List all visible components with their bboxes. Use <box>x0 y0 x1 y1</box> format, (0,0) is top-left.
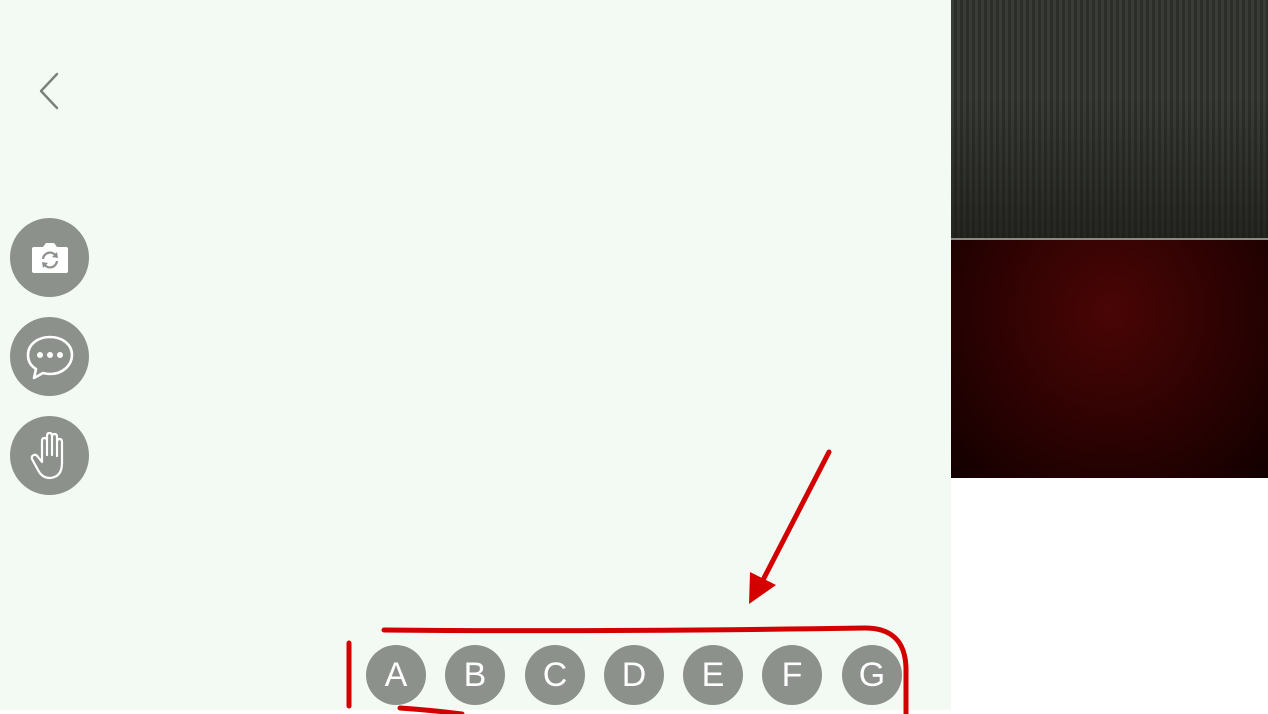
video-tile-2[interactable] <box>951 240 1268 478</box>
video-tile-1[interactable] <box>951 0 1268 238</box>
main-stage: A B C D E F G <box>0 0 951 710</box>
option-g-button[interactable]: G <box>842 645 902 705</box>
back-button[interactable] <box>30 66 70 116</box>
switch-camera-button[interactable] <box>10 218 89 297</box>
camera-switch-icon <box>31 242 68 273</box>
option-f-button[interactable]: F <box>762 645 822 705</box>
chat-button[interactable] <box>10 317 89 396</box>
chat-bubble-icon <box>26 335 73 379</box>
raise-hand-button[interactable] <box>10 416 89 495</box>
option-e-button[interactable]: E <box>683 645 743 705</box>
option-d-button[interactable]: D <box>604 645 664 705</box>
option-c-button[interactable]: C <box>525 645 585 705</box>
option-b-button[interactable]: B <box>445 645 505 705</box>
option-a-button[interactable]: A <box>366 645 426 705</box>
raise-hand-icon <box>30 431 63 479</box>
chevron-left-icon <box>39 72 59 110</box>
